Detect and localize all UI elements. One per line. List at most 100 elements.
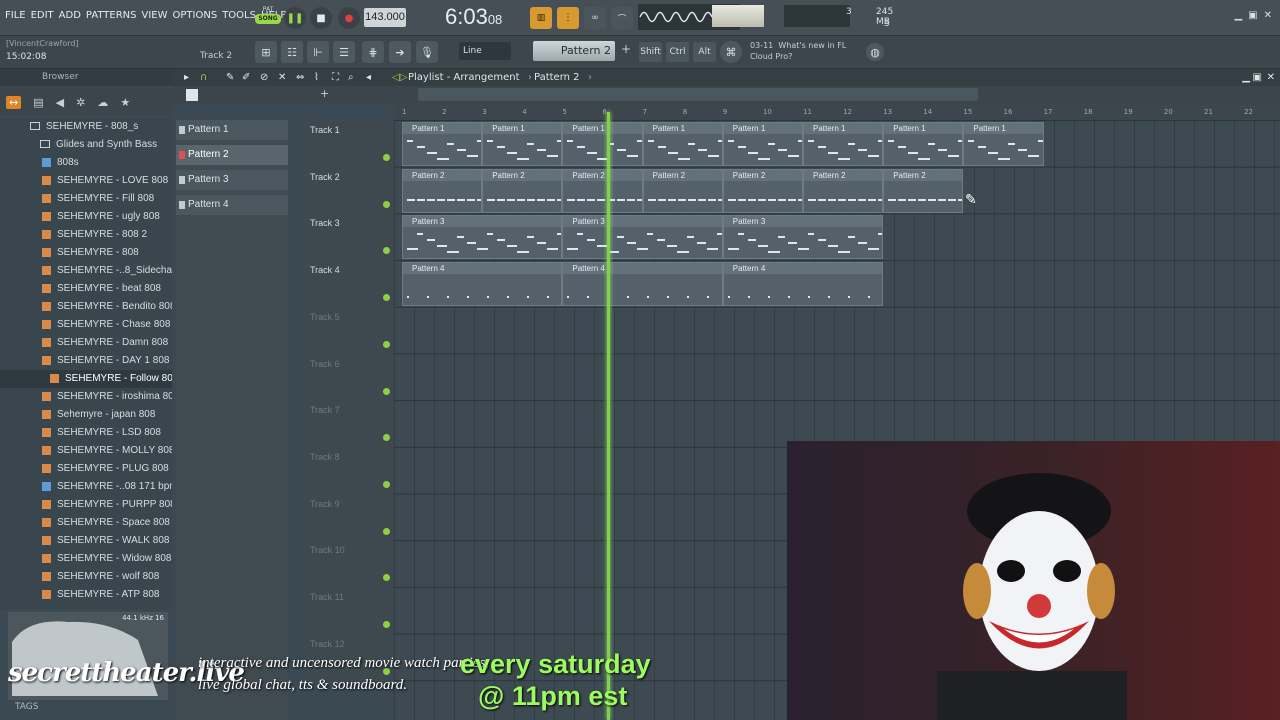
slip-icon[interactable]: ⇔ bbox=[296, 69, 304, 86]
browser-item[interactable]: 808s bbox=[0, 154, 172, 172]
playlist-close-icon[interactable]: ✕ bbox=[1267, 69, 1275, 86]
browser-item[interactable]: SEHEMYRE - Follow 808 bbox=[0, 370, 172, 388]
browser-item[interactable]: SEHEMYRE - PURPP 808 bbox=[0, 496, 172, 514]
browser-item[interactable]: SEHEMYRE - DAY 1 808 bbox=[0, 352, 172, 370]
cloud-icon[interactable]: ☁ bbox=[97, 96, 108, 109]
pattern-clip[interactable]: Pattern 1 bbox=[402, 122, 483, 166]
pattern-clip[interactable]: Pattern 2 bbox=[482, 168, 563, 213]
pattern-picker-item[interactable]: Pattern 3 bbox=[176, 170, 288, 190]
add-track-icon[interactable]: + bbox=[320, 87, 329, 100]
pattern-clip[interactable]: Pattern 2 bbox=[402, 168, 483, 213]
pattern-clip[interactable]: Pattern 4 bbox=[562, 262, 723, 307]
add-pattern-icon[interactable]: + bbox=[621, 42, 631, 56]
channel-rack-icon[interactable]: ☷ bbox=[281, 41, 303, 63]
minimize-icon[interactable]: ▁ bbox=[1234, 10, 1242, 21]
song-mode-label[interactable]: SONG bbox=[255, 14, 281, 24]
playlist-maximize-icon[interactable]: ▣ bbox=[1253, 69, 1262, 86]
track-header[interactable]: Track 6 bbox=[306, 354, 394, 401]
plugin-picker-icon[interactable]: ⋕ bbox=[362, 41, 384, 63]
pattern-clip[interactable]: Pattern 2 bbox=[803, 168, 884, 213]
menu-item-patterns[interactable]: PATTERNS bbox=[86, 10, 137, 21]
star-icon[interactable]: ★ bbox=[120, 96, 130, 109]
track-header[interactable]: Track 4 bbox=[306, 261, 394, 308]
browser-item[interactable]: SEHEMYRE - beat 808 bbox=[0, 280, 172, 298]
news-panel[interactable]: 03-11 What's new in FL Cloud Pro? bbox=[750, 40, 846, 62]
zoom-icon[interactable]: ⌕ bbox=[348, 69, 354, 86]
mixer-icon[interactable]: ⊞ bbox=[255, 41, 277, 63]
menu-item-add[interactable]: ADD bbox=[59, 10, 81, 21]
metronome-icon[interactable]: ⌒ bbox=[611, 7, 633, 29]
ctrl-button[interactable]: Ctrl bbox=[666, 42, 689, 62]
browser-item[interactable]: SEHEMYRE - Chase 808 bbox=[0, 316, 172, 334]
browser-item[interactable]: SEHEMYRE - Space 808 bbox=[0, 514, 172, 532]
pattern-clip[interactable]: Pattern 3 bbox=[402, 215, 563, 260]
record-icon[interactable]: ● bbox=[338, 7, 360, 29]
document-icon[interactable]: ▤ bbox=[33, 96, 43, 109]
menu-item-tools[interactable]: TOOLS bbox=[222, 10, 256, 21]
playlist-play-icon[interactable]: ◁▷ bbox=[392, 69, 407, 86]
browser-item[interactable]: SEHEMYRE - iroshima 808 bbox=[0, 388, 172, 406]
track-mute-led-icon[interactable] bbox=[383, 621, 390, 628]
browser-item[interactable]: SEHEMYRE - wolf 808 bbox=[0, 568, 172, 586]
browser-item[interactable]: SEHEMYRE - LSD 808 bbox=[0, 424, 172, 442]
piano-roll-icon[interactable]: ⊩ bbox=[307, 41, 329, 63]
browser-item[interactable]: SEHEMYRE - PLUG 808 bbox=[0, 460, 172, 478]
stop-icon[interactable]: ■ bbox=[310, 7, 332, 29]
mute-icon[interactable]: ✕ bbox=[278, 69, 286, 86]
browser-item[interactable]: SEHEMYRE - Bendito 808 bbox=[0, 298, 172, 316]
track-mute-led-icon[interactable] bbox=[383, 574, 390, 582]
track-mute-led-icon[interactable] bbox=[383, 340, 390, 348]
browser-item[interactable]: SEHEMYRE - 808 bbox=[0, 244, 172, 262]
select-icon[interactable]: ⛶ bbox=[332, 69, 339, 86]
track-mute-led-icon[interactable] bbox=[383, 200, 390, 208]
horizontal-scrollbar[interactable] bbox=[418, 88, 978, 101]
track-header[interactable]: Track 5 bbox=[306, 307, 394, 354]
browser-item[interactable]: Glides and Synth Bass bbox=[0, 136, 172, 154]
browser-item[interactable]: SEHEMYRE - MOLLY 808 bbox=[0, 442, 172, 460]
pat-mode-label[interactable]: PAT bbox=[255, 6, 281, 14]
timeline-ruler[interactable]: 1 2 3 4 5 6 7 8 9 10 11 12 13 14 15 16 17 18 19 20 21 22 bbox=[394, 104, 1280, 120]
menu-item-file[interactable]: FILE bbox=[5, 10, 26, 21]
tempo-display[interactable]: 143.000 bbox=[364, 8, 406, 27]
news-icon[interactable]: ⌘ bbox=[720, 41, 742, 63]
pattern-clip[interactable]: Pattern 1 bbox=[803, 122, 884, 166]
menu-item-view[interactable]: VIEW bbox=[142, 10, 168, 21]
browser-item[interactable]: SEHEMYRE - ugly 808 bbox=[0, 208, 172, 226]
track-mute-led-icon[interactable] bbox=[383, 247, 390, 255]
pattern-clip[interactable]: Pattern 4 bbox=[402, 262, 563, 307]
pattern-clip[interactable]: Pattern 1 bbox=[883, 122, 964, 166]
shift-button[interactable]: Shift bbox=[639, 42, 662, 62]
pat-song-toggle[interactable]: PAT SONG bbox=[255, 6, 281, 30]
track-header[interactable]: Track 10 bbox=[306, 541, 394, 588]
slice-icon[interactable]: ⌇ bbox=[314, 69, 319, 86]
track-mute-led-icon[interactable] bbox=[383, 434, 390, 442]
pattern-picker-item[interactable]: Pattern 2 bbox=[176, 145, 288, 165]
track-header[interactable]: Track 9 bbox=[306, 494, 394, 541]
browser-item[interactable]: SEHEMYRE - Widow 808 bbox=[0, 550, 172, 568]
browser-item[interactable]: SEHEMYRE -..08 171 bpm bbox=[0, 478, 172, 496]
pause-icon[interactable]: ❚❚ bbox=[284, 7, 306, 29]
track-header[interactable]: Track 1 bbox=[306, 121, 394, 167]
playback-icon[interactable]: ◂ bbox=[366, 69, 371, 86]
browser-item[interactable]: SEHEMYRE -..8_Sidechain bbox=[0, 262, 172, 280]
play-arrow-icon[interactable]: ▸ bbox=[184, 69, 189, 86]
pattern-clip[interactable]: Pattern 1 bbox=[963, 122, 1044, 166]
browser-item[interactable]: SEHEMYRE - LOVE 808 bbox=[0, 172, 172, 190]
paint-icon[interactable]: ✐ bbox=[242, 69, 250, 86]
browser-item[interactable]: SEHEMYRE - ATP 808 bbox=[0, 586, 172, 604]
pattern-clip[interactable]: Pattern 2 bbox=[722, 168, 803, 213]
pattern-picker-item[interactable]: Pattern 1 bbox=[176, 120, 288, 140]
browser-item[interactable]: SEHEMYRE - Fill 808 bbox=[0, 190, 172, 208]
maximize-icon[interactable]: ▣ bbox=[1248, 10, 1257, 21]
pattern-clip[interactable]: Pattern 3 bbox=[562, 215, 723, 260]
pattern-clip[interactable]: Pattern 3 bbox=[722, 215, 884, 260]
playhead[interactable] bbox=[606, 112, 610, 720]
track-header[interactable]: Track 2 bbox=[306, 167, 394, 214]
pattern-clip[interactable]: Pattern 1 bbox=[722, 122, 803, 166]
speaker-icon[interactable]: ◀ bbox=[56, 96, 64, 109]
magnet-icon[interactable]: ∩ bbox=[200, 69, 207, 86]
playlist-icon[interactable]: ☰ bbox=[333, 41, 355, 63]
track-header[interactable]: Track 3 bbox=[306, 214, 394, 261]
playlist-minimize-icon[interactable]: ▁ bbox=[1242, 69, 1250, 86]
step-edit-icon[interactable]: ⋮ bbox=[557, 7, 579, 29]
